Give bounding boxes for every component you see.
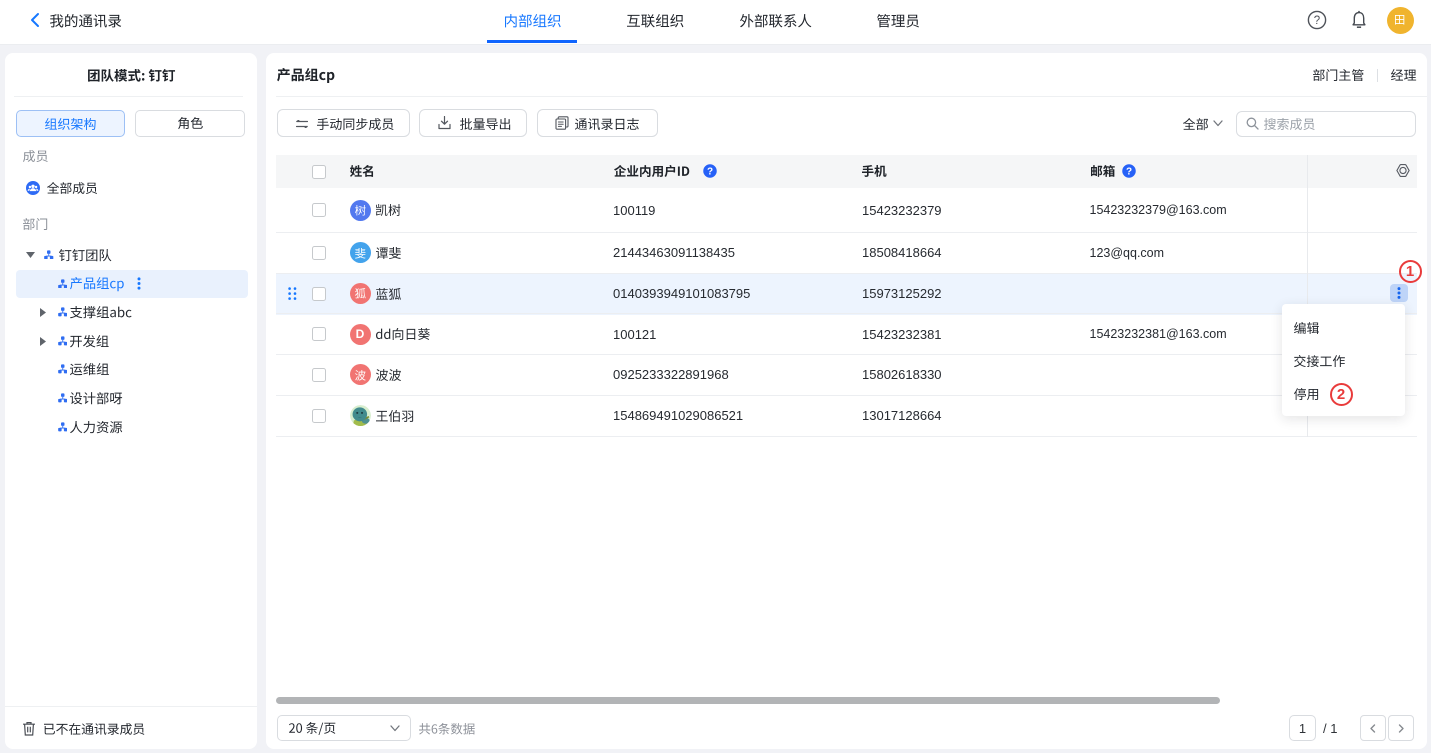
svg-text:?: ? [1314,15,1320,27]
svg-text:?: ? [706,166,712,177]
svg-text:?: ? [1125,166,1131,177]
